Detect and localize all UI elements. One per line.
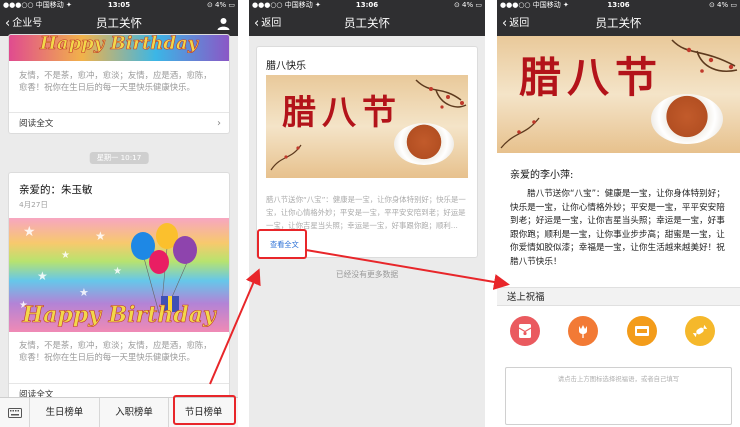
- screen-holiday-list: ●●●○○ 中国移动 ✦ 13:06 ⊙ 4% ▭ ‹ 返回 员工关怀 腊八快乐…: [249, 0, 485, 427]
- svg-text:★: ★: [79, 286, 89, 299]
- card-snippet: 腊八节送你“八宝”：健康是一宝，让你身体特别好；快乐是一宝，让你心情格外妙；平安…: [266, 195, 466, 230]
- greeting: 亲爱的李小萍:: [510, 170, 574, 181]
- read-all-link[interactable]: 阅读全文 ›: [9, 112, 229, 133]
- svg-text:★: ★: [61, 250, 70, 261]
- card-date: 4月27日: [19, 200, 48, 209]
- highlight-box: [173, 395, 236, 425]
- blessing-textarea[interactable]: 请点击上方图标选择祝福语，或者自己填写: [505, 367, 732, 425]
- status-bar: ●●●○○ 中国移动 ✦ 13:06 ⊙ 4% ▭: [497, 0, 740, 11]
- card-title: 腊八快乐: [266, 61, 306, 72]
- birthday-card[interactable]: 亲爱的：朱玉敏 4月27日 ★ ★ ★ ★ ★ ★ ★ Happy Birthd…: [8, 172, 230, 412]
- laba-image: 腊八节: [266, 75, 468, 178]
- time-divider: 星期一 10:17: [89, 152, 149, 164]
- page-title: 员工关怀: [595, 16, 642, 30]
- star-decoration: ★: [23, 224, 36, 240]
- card-snippet: 友情，不是茶，愈冲，愈淡；友情，应是酒，愈陈，愈香！祝你在生日后的每一天里快乐健…: [19, 340, 212, 362]
- birthday-banner: Happy Birthday: [9, 35, 229, 61]
- highlight-box: [257, 229, 307, 259]
- porridge-bowl: [394, 123, 454, 165]
- no-more-data-label: 已经没有更多数据: [335, 270, 399, 279]
- battery: ⊙ 4% ▭: [206, 1, 235, 9]
- laba-image: 腊八节: [497, 36, 740, 153]
- flower-icon[interactable]: [568, 316, 598, 346]
- clock: 13:05: [107, 1, 131, 9]
- battery: ⊙ 4% ▭: [708, 1, 737, 9]
- image-title: 腊八节: [519, 53, 664, 102]
- gift-card-icon[interactable]: [627, 316, 657, 346]
- banner-text: Happy Birthday: [22, 302, 216, 329]
- keyboard-icon: [7, 407, 22, 418]
- tab-birthday-list[interactable]: 生日榜单: [30, 398, 100, 427]
- svg-text:★: ★: [37, 269, 48, 283]
- red-envelope-icon[interactable]: [510, 316, 540, 346]
- nav-bar: ‹ 返回 员工关怀: [497, 11, 740, 36]
- card-title: 亲爱的：朱玉敏: [19, 184, 93, 196]
- holiday-card[interactable]: 腊八快乐 腊八节 腊八节送你“八宝”：健康是一宝，让你身体特别好；快乐是一宝，让…: [256, 46, 478, 258]
- card-snippet: 友情，不是茶，愈冲，愈淡；友情，应是酒，愈陈，愈香！祝你在生日后的每一天里快乐健…: [19, 70, 212, 92]
- status-bar: ●●●○○ 中国移动 ✦ 13:06 ⊙ 4% ▭: [249, 0, 485, 11]
- battery: ⊙ 4% ▭: [453, 1, 482, 9]
- image-title: 腊八节: [282, 93, 402, 133]
- birthday-banner: ★ ★ ★ ★ ★ ★ ★ Happy Birthday: [9, 218, 229, 332]
- nav-bar: ‹ 企业号 员工关怀: [0, 11, 238, 36]
- svg-text:★: ★: [95, 229, 106, 243]
- page-title: 员工关怀: [96, 16, 142, 30]
- stage: ●●●○○ 中国移动 ✦ 13:05 ⊙ 4% ▭ ‹ 企业号 员工关怀 Hap…: [0, 0, 740, 427]
- birthday-card[interactable]: Happy Birthday 友情，不是茶，愈冲，愈淡；友情，应是酒，愈陈，愈香…: [8, 34, 230, 134]
- clock: 13:06: [355, 1, 379, 9]
- read-all-label: 阅读全文: [19, 119, 54, 129]
- banner-text: Happy Birthday: [39, 35, 199, 54]
- clock: 13:06: [607, 1, 630, 9]
- svg-text:★: ★: [113, 266, 122, 277]
- screen-greeting-detail: ●●●○○ 中国移动 ✦ 13:06 ⊙ 4% ▭ ‹ 返回 员工关怀 腊八节 …: [497, 0, 740, 427]
- section-header: 送上祝福: [497, 287, 740, 306]
- tab-onboarding-list[interactable]: 入职榜单: [100, 398, 170, 427]
- person-icon[interactable]: [217, 17, 230, 30]
- status-bar: ●●●○○ 中国移动 ✦ 13:05 ⊙ 4% ▭: [0, 0, 238, 11]
- nav-bar: ‹ 返回 员工关怀: [249, 11, 485, 36]
- porridge-bowl: [651, 94, 723, 144]
- candy-icon[interactable]: [685, 316, 715, 346]
- screen-birthday-list: ●●●○○ 中国移动 ✦ 13:05 ⊙ 4% ▭ ‹ 企业号 员工关怀 Hap…: [0, 0, 238, 427]
- keyboard-toggle[interactable]: [0, 398, 30, 427]
- greeting-body: 腊八节送你“八宝”：健康是一宝，让你身体特别好；快乐是一宝，让你心情格外妙；平安…: [510, 189, 725, 267]
- page-title: 员工关怀: [344, 16, 390, 30]
- chevron-right-icon: ›: [217, 118, 221, 129]
